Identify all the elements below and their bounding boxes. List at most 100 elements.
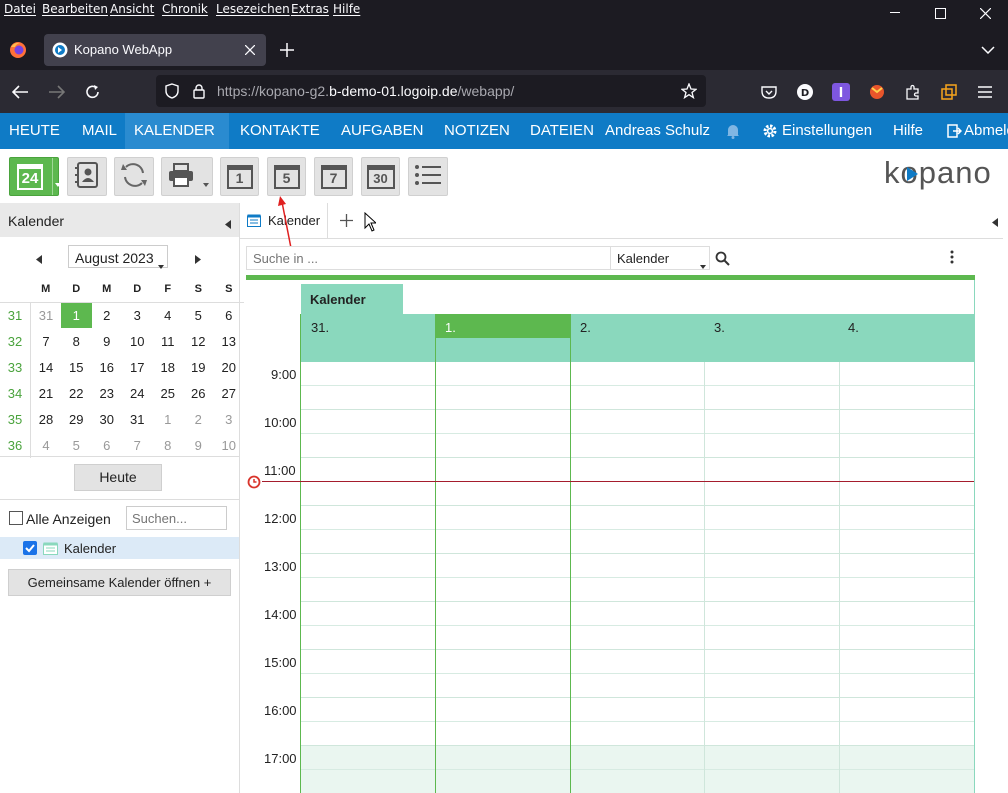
day-cell[interactable]: 4 bbox=[152, 301, 183, 328]
day-header[interactable]: 2. bbox=[580, 320, 591, 335]
day-cell-today[interactable]: 1 bbox=[61, 301, 92, 328]
day-cell[interactable]: 28 bbox=[31, 406, 62, 432]
pocket-icon[interactable] bbox=[759, 82, 779, 102]
extension-l-icon[interactable]: l bbox=[831, 82, 851, 102]
day-cell[interactable]: 31 bbox=[30, 301, 61, 328]
day-header-today[interactable]: 1. bbox=[445, 320, 456, 335]
day-cell[interactable]: 7 bbox=[31, 328, 62, 354]
more-options-icon[interactable] bbox=[950, 250, 954, 267]
day-cell[interactable]: 30 bbox=[92, 406, 123, 432]
nav-kalender[interactable]: KALENDER bbox=[125, 113, 229, 149]
dropdown-caret-icon[interactable] bbox=[55, 175, 61, 190]
show-all-checkbox[interactable] bbox=[9, 511, 23, 525]
new-appointment-button[interactable]: 24 bbox=[9, 157, 61, 196]
collapse-right-panel-icon[interactable] bbox=[992, 215, 998, 230]
close-tab-icon[interactable] bbox=[242, 42, 258, 58]
account-d-icon[interactable]: D bbox=[795, 82, 815, 102]
firefox-icon[interactable] bbox=[8, 40, 28, 60]
kw-number[interactable]: 36 bbox=[0, 432, 31, 458]
kw-number[interactable]: 34 bbox=[0, 380, 31, 406]
calendar-name-tab[interactable]: Kalender bbox=[301, 284, 403, 314]
refresh-button[interactable] bbox=[114, 157, 154, 196]
extension-fox-icon[interactable] bbox=[867, 82, 887, 102]
address-book-button[interactable] bbox=[67, 157, 107, 196]
nav-einstellungen[interactable]: Einstellungen bbox=[773, 113, 881, 149]
month-selector[interactable]: August 2023 bbox=[68, 245, 168, 269]
nav-notizen[interactable]: NOTIZEN bbox=[435, 113, 519, 149]
day-cell[interactable]: 2 bbox=[183, 406, 214, 432]
day-cell[interactable]: 24 bbox=[122, 380, 153, 406]
day-cell[interactable]: 9 bbox=[183, 432, 214, 458]
print-dropdown-caret-icon[interactable] bbox=[203, 175, 209, 190]
search-scope-select[interactable]: Kalender bbox=[610, 246, 710, 270]
day-header[interactable]: 4. bbox=[848, 320, 859, 335]
user-name[interactable]: Andreas Schulz bbox=[596, 113, 719, 149]
menu-chronik[interactable]: Chronik bbox=[162, 2, 208, 16]
calendar-checkbox[interactable] bbox=[23, 541, 37, 555]
extensions-puzzle-icon[interactable] bbox=[903, 82, 923, 102]
browser-tab[interactable]: Kopano WebApp bbox=[44, 34, 266, 66]
day-cell[interactable]: 8 bbox=[61, 328, 92, 354]
nav-hilfe[interactable]: Hilfe bbox=[884, 113, 932, 149]
hamburger-menu-icon[interactable] bbox=[975, 82, 995, 102]
day-cell[interactable]: 19 bbox=[183, 354, 214, 380]
content-search-input[interactable] bbox=[246, 246, 611, 270]
kw-number[interactable]: 32 bbox=[0, 328, 31, 354]
menu-lesezeichen[interactable]: Lesezeichen bbox=[216, 2, 290, 16]
url-bar[interactable]: https://kopano-g2.b-demo-01.logoip.de/we… bbox=[156, 75, 706, 107]
day-cell[interactable]: 10 bbox=[122, 328, 153, 354]
day-cell[interactable]: 31 bbox=[122, 406, 153, 432]
day-cell[interactable]: 18 bbox=[153, 354, 184, 380]
shield-icon[interactable] bbox=[164, 83, 180, 99]
day-cell[interactable]: 2 bbox=[91, 301, 122, 328]
menu-extras[interactable]: Extras bbox=[291, 2, 329, 16]
bookmark-star-icon[interactable] bbox=[680, 83, 698, 99]
calendar-list-item[interactable]: Kalender bbox=[0, 537, 240, 559]
menu-hilfe[interactable]: Hilfe bbox=[333, 2, 360, 16]
month-dropdown-caret-icon[interactable] bbox=[158, 256, 164, 272]
workweek-view-button[interactable]: 5 bbox=[267, 157, 306, 196]
prev-month-icon[interactable] bbox=[36, 252, 42, 267]
day-cell[interactable]: 25 bbox=[153, 380, 184, 406]
url-text[interactable]: https://kopano-g2.b-demo-01.logoip.de/we… bbox=[217, 83, 514, 99]
forward-icon[interactable] bbox=[47, 82, 67, 102]
day-cell[interactable]: 7 bbox=[122, 432, 153, 458]
nav-aufgaben[interactable]: AUFGABEN bbox=[332, 113, 433, 149]
day-cell[interactable]: 16 bbox=[92, 354, 123, 380]
day-cell[interactable]: 5 bbox=[183, 301, 214, 328]
day-cell[interactable]: 21 bbox=[31, 380, 62, 406]
list-view-button[interactable] bbox=[408, 157, 448, 196]
kw-number[interactable]: 35 bbox=[0, 406, 31, 432]
menu-bearbeiten[interactable]: Bearbeiten bbox=[42, 2, 108, 16]
menu-ansicht[interactable]: Ansicht bbox=[110, 2, 154, 16]
day-header[interactable]: 3. bbox=[714, 320, 725, 335]
menu-datei[interactable]: Datei bbox=[4, 2, 36, 16]
day-cell[interactable]: 22 bbox=[61, 380, 92, 406]
kw-number[interactable]: 33 bbox=[0, 354, 31, 380]
kw-number[interactable]: 31 bbox=[0, 301, 31, 328]
nav-mail[interactable]: MAIL bbox=[73, 113, 126, 149]
next-month-icon[interactable] bbox=[195, 252, 201, 267]
containers-icon[interactable] bbox=[939, 82, 959, 102]
day-cell[interactable]: 11 bbox=[153, 328, 184, 354]
day-cell[interactable]: 23 bbox=[92, 380, 123, 406]
print-button[interactable] bbox=[161, 157, 213, 196]
open-shared-calendars-button[interactable]: Gemeinsame Kalender öffnen + bbox=[8, 569, 231, 596]
day-view-button[interactable]: 1 bbox=[220, 157, 259, 196]
day-cell[interactable]: 26 bbox=[183, 380, 214, 406]
day-cell[interactable]: 14 bbox=[31, 354, 62, 380]
search-icon[interactable] bbox=[715, 251, 730, 269]
back-icon[interactable] bbox=[10, 82, 30, 102]
nav-abmelden[interactable]: Abmelden bbox=[955, 113, 1008, 149]
nav-heute[interactable]: HEUTE bbox=[0, 113, 69, 149]
add-tab-icon[interactable] bbox=[340, 214, 353, 230]
nav-kontakte[interactable]: KONTAKTE bbox=[231, 113, 329, 149]
day-header[interactable]: 31. bbox=[311, 320, 329, 335]
day-cell[interactable]: 4 bbox=[31, 432, 62, 458]
day-cell[interactable]: 1 bbox=[153, 406, 184, 432]
day-cell[interactable]: 15 bbox=[61, 354, 92, 380]
month-view-button[interactable]: 30 bbox=[361, 157, 400, 196]
reload-icon[interactable] bbox=[83, 82, 103, 102]
today-button[interactable]: Heute bbox=[74, 464, 162, 491]
day-cell[interactable]: 9 bbox=[92, 328, 123, 354]
